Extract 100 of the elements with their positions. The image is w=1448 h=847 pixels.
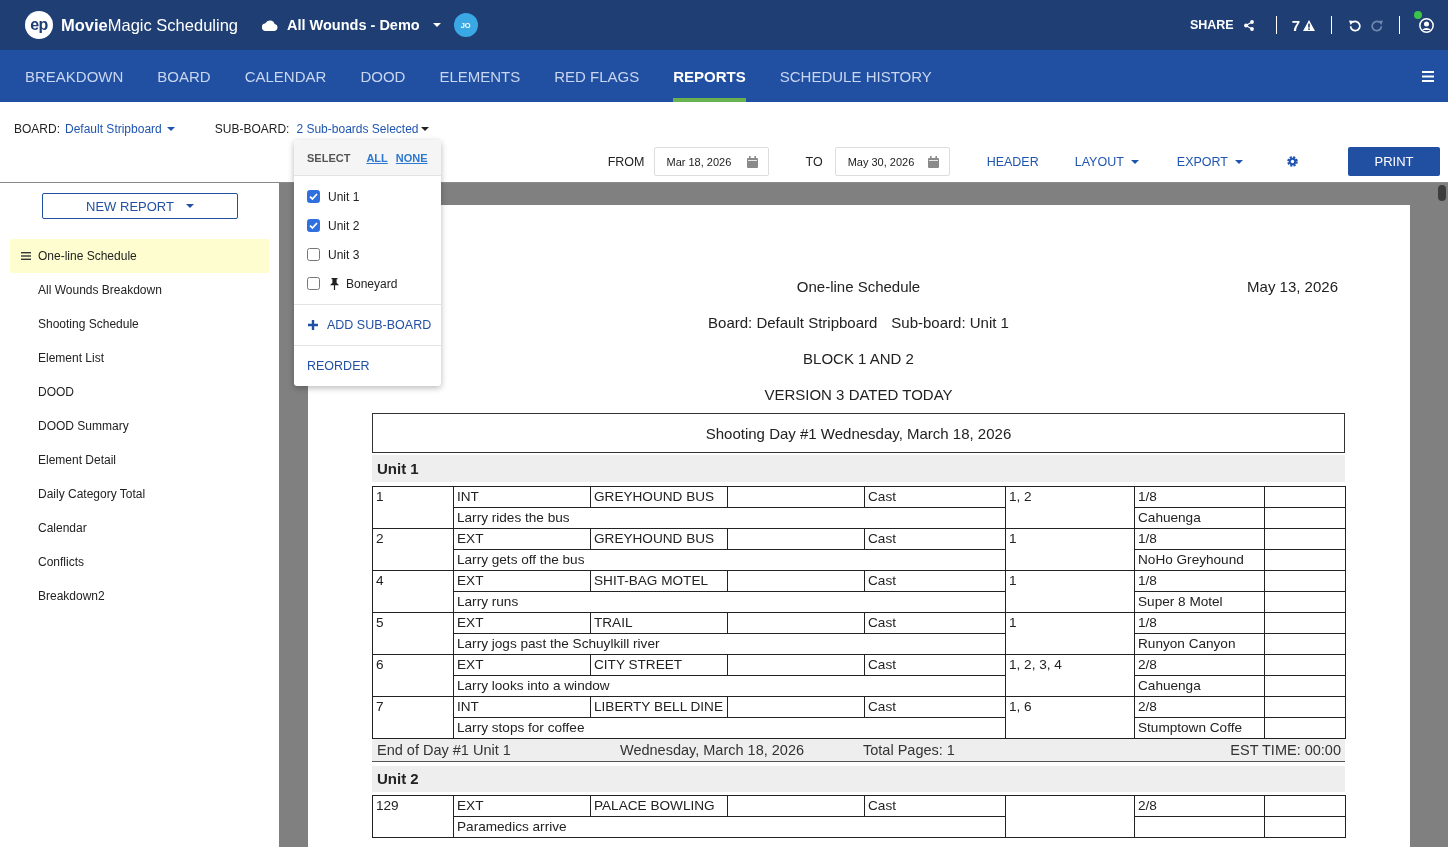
sub-board-name: Sub-board: Unit 1 [891, 313, 1009, 333]
table-cell: CITY STREET [590, 654, 728, 676]
table-cell: 2/8 [1134, 696, 1265, 718]
share-icon [1243, 19, 1254, 31]
print-button[interactable]: PRINT [1348, 147, 1440, 176]
checkbox-label[interactable]: Unit 1 [328, 189, 360, 204]
report-list-item[interactable]: Calendar [10, 511, 269, 545]
nav-tab[interactable]: BOARD [140, 50, 228, 102]
table-cell: 1, 2, 3, 4 [1005, 654, 1135, 697]
sub-board-dropdown[interactable]: 2 Sub-boards Selected [296, 121, 429, 136]
checkbox[interactable] [307, 190, 320, 203]
share-button[interactable]: SHARE [1189, 18, 1254, 32]
layout-dropdown[interactable]: LAYOUT [1074, 154, 1139, 169]
table-cell: 1/8 [1134, 486, 1265, 508]
table-cell: 1/8 [1134, 570, 1265, 592]
report-list-item[interactable]: DOOD [10, 375, 269, 409]
checkbox-label[interactable]: Unit 2 [328, 218, 360, 233]
table-cell: Runyon Canyon [1134, 633, 1265, 655]
report-list-item[interactable]: Shooting Schedule [10, 307, 269, 341]
export-dropdown[interactable]: EXPORT [1176, 154, 1243, 169]
report-list-item[interactable]: DOOD Summary [10, 409, 269, 443]
cloud-icon [262, 19, 278, 31]
table-cell: 1 [372, 486, 454, 529]
table-cell: Stumptown Coffe [1134, 717, 1265, 739]
footer-text: Total Pages: 1 [863, 741, 956, 760]
unit-heading: Unit 2 [372, 766, 1345, 792]
user-icon[interactable] [1419, 17, 1434, 33]
table-cell: 7 [372, 696, 454, 739]
table-cell: Cast [864, 570, 1006, 592]
add-sub-board-button[interactable]: ADD SUB-BOARD [294, 305, 441, 346]
menu-icon[interactable] [1422, 70, 1434, 82]
field-label: TO [805, 154, 823, 169]
field-label: BOARD: [14, 121, 60, 136]
day-heading: Shooting Day #1 Wednesday, March 18, 2026 [372, 413, 1345, 453]
hamburger-icon[interactable] [21, 252, 31, 260]
table-cell: Cast [864, 612, 1006, 634]
reorder-button[interactable]: REORDER [294, 346, 441, 386]
table-cell: 2 [372, 528, 454, 571]
plus-icon [308, 320, 318, 330]
checkbox[interactable] [307, 277, 320, 290]
undo-icon[interactable] [1348, 18, 1361, 32]
select-all-link[interactable]: ALL [366, 151, 388, 164]
report-list-item[interactable]: Breakdown2 [10, 579, 269, 613]
report-list-item[interactable]: Element List [10, 341, 269, 375]
board-dropdown[interactable]: Default Stripboard [65, 121, 175, 136]
table-cell: SHIT-BAG MOTEL [590, 570, 728, 592]
table-cell: 1/8 [1134, 528, 1265, 550]
nav-tab[interactable]: DOOD [343, 50, 423, 102]
footer-text: EST TIME: 00:00 [1230, 741, 1341, 760]
report-list-item[interactable]: One-line Schedule [10, 239, 269, 273]
table-cell: TRAIL [590, 612, 728, 634]
nav-tab[interactable]: RED FLAGS [537, 50, 657, 102]
nav-tab[interactable]: ELEMENTS [422, 50, 538, 102]
logo[interactable]: ep [25, 11, 53, 39]
caret-icon [185, 204, 194, 208]
checkbox-label[interactable]: Unit 3 [328, 247, 360, 262]
table-cell: GREYHOUND BUS [590, 486, 728, 508]
report-list-item[interactable]: Daily Category Total [10, 477, 269, 511]
report-list-item[interactable]: All Wounds Breakdown [10, 273, 269, 307]
board-name: Board: Default Stripboard [708, 313, 878, 333]
calendar-icon[interactable] [746, 155, 758, 168]
nav-tab[interactable]: BREAKDOWN [8, 50, 141, 102]
table-cell: Cast [864, 654, 1006, 676]
table-cell: 2/8 [1134, 795, 1265, 817]
block-title: BLOCK 1 AND 2 [803, 349, 914, 369]
nav-tab[interactable]: REPORTS [656, 50, 763, 102]
footer-text: Wednesday, March 18, 2026 [620, 741, 806, 760]
table-cell: 1/8 [1134, 612, 1265, 634]
menu-heading: SELECT [307, 151, 351, 164]
table-cell: EXT [453, 528, 591, 550]
date-field[interactable]: Mar 18, 2026 [653, 147, 769, 176]
nav-tab[interactable]: SCHEDULE HISTORY [762, 50, 949, 102]
caret-icon [420, 126, 429, 131]
scrollbar-thumb[interactable] [1438, 185, 1446, 201]
select-none-link[interactable]: NONE [395, 151, 428, 164]
table-cell: Cast [864, 795, 1006, 817]
new-report-button[interactable]: NEW REPORT [42, 193, 238, 219]
table-cell: 4 [372, 570, 454, 613]
table-cell: GREYHOUND BUS [590, 528, 728, 550]
table-cell: 1, 6 [1005, 696, 1135, 739]
table-cell: 2/8 [1134, 654, 1265, 676]
table-cell: EXT [453, 654, 591, 676]
table-cell: EXT [453, 570, 591, 592]
date-field[interactable]: May 30, 2026 [834, 147, 950, 176]
table-cell: 1 [1005, 570, 1135, 613]
table-cell: 129 [372, 795, 454, 838]
settings-icon[interactable] [1287, 156, 1298, 167]
report-list-item[interactable]: Element Detail [10, 443, 269, 477]
version-title: VERSION 3 DATED TODAY [764, 385, 953, 405]
table-cell: Cast [864, 528, 1006, 550]
report-list-item[interactable]: Conflicts [10, 545, 269, 579]
table-cell: Cahuenga [1134, 675, 1265, 697]
nav-tab[interactable]: CALENDAR [227, 50, 344, 102]
checkbox-label[interactable]: Boneyard [346, 276, 398, 291]
calendar-icon[interactable] [927, 155, 939, 168]
checkbox[interactable] [307, 248, 320, 261]
header-button[interactable]: HEADER [986, 154, 1039, 169]
warnings-button[interactable]: 7 [1291, 16, 1315, 34]
checkbox[interactable] [307, 219, 320, 232]
project-dropdown[interactable]: All Wounds - Demo [287, 17, 441, 33]
